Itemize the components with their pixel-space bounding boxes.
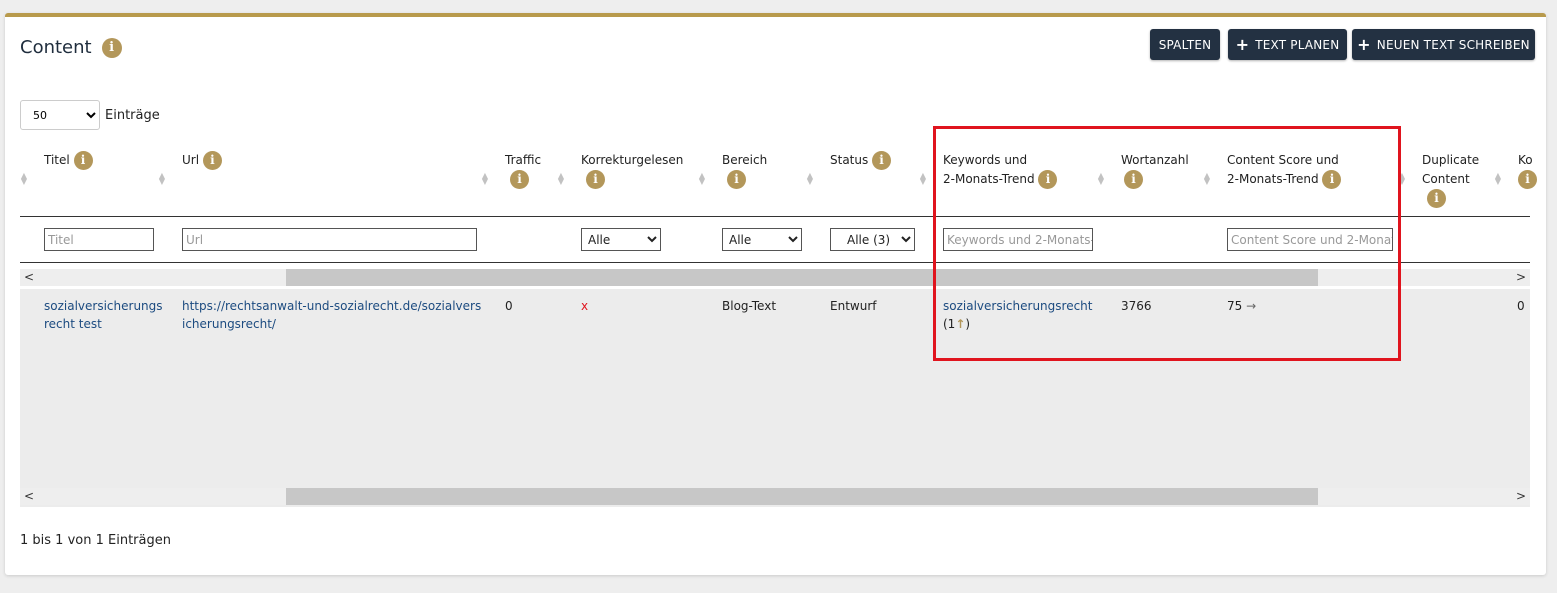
info-icon[interactable]: i — [872, 151, 892, 170]
column-duplicate-label-2: Content — [1422, 172, 1470, 186]
info-icon[interactable]: i — [727, 170, 746, 189]
info-icon[interactable]: i — [510, 170, 529, 189]
column-partial-label: Ko — [1518, 153, 1533, 167]
column-duplicate-label: Duplicate — [1422, 153, 1480, 167]
info-icon[interactable]: i — [1518, 170, 1537, 189]
plan-text-button[interactable]: + TEXT PLANEN — [1228, 29, 1347, 60]
sort-icon[interactable]: ▲ ▼ — [1494, 172, 1502, 186]
row-title-link[interactable]: sozialversicherungs recht test — [44, 297, 163, 333]
row-traffic: 0 — [505, 299, 513, 313]
row-duplicate: 0 — [1517, 299, 1525, 313]
column-header-partial[interactable]: Ko i — [1518, 151, 1537, 189]
entries-length-control: 50 Einträge — [20, 100, 160, 130]
sort-icon[interactable]: ▲ ▼ — [806, 172, 814, 186]
sort-icon[interactable]: ▲ ▼ — [20, 172, 28, 186]
page-title: Content — [20, 37, 92, 58]
scrollbar-thumb[interactable] — [286, 488, 1318, 505]
column-traffic-label: Traffic — [505, 153, 542, 167]
column-proofread-label: Korrekturgelesen — [581, 153, 684, 167]
scroll-right-icon[interactable]: > — [1516, 270, 1526, 284]
title-filter-input[interactable] — [44, 228, 154, 251]
sort-icon[interactable]: ▲ ▼ — [698, 172, 706, 186]
info-icon[interactable]: i — [202, 151, 222, 170]
row-title-line: sozialversicherungs — [44, 299, 163, 313]
column-status-label: Status — [830, 153, 869, 167]
info-icon[interactable]: i — [73, 151, 93, 170]
horizontal-scrollbar-bottom[interactable]: < > — [20, 488, 1530, 505]
new-text-button[interactable]: + NEUEN TEXT SCHREIBEN — [1352, 29, 1535, 60]
info-icon[interactable]: i — [586, 170, 605, 189]
sort-icon[interactable]: ▲ ▼ — [557, 172, 565, 186]
columns-button[interactable]: SPALTEN — [1150, 29, 1220, 60]
row-url-link[interactable]: https://rechtsanwalt-und-sozialrecht.de/… — [182, 297, 481, 333]
highlight-box — [933, 126, 1401, 361]
column-url-label: Url — [182, 153, 200, 167]
column-header-area[interactable]: Bereich i — [722, 151, 767, 189]
columns-button-label: SPALTEN — [1158, 37, 1212, 52]
page-header: Content i — [20, 37, 122, 58]
row-area: Blog-Text — [722, 299, 777, 313]
info-icon[interactable]: i — [101, 37, 122, 58]
plan-text-button-label: TEXT PLANEN — [1255, 37, 1340, 52]
row-url-line: https://rechtsanwalt-und-sozialrecht.de/… — [182, 299, 482, 313]
column-header-proofread[interactable]: Korrekturgelesen i — [581, 151, 683, 189]
url-filter-input[interactable] — [182, 228, 477, 251]
plus-icon: + — [1235, 34, 1250, 54]
row-status: Entwurf — [830, 299, 877, 313]
status-filter-select[interactable]: Alle (3) — [830, 228, 915, 251]
column-header-duplicate[interactable]: Duplicate Content i — [1422, 151, 1479, 208]
column-header-status[interactable]: Status i — [830, 151, 892, 170]
info-icon[interactable]: i — [1427, 189, 1446, 208]
content-panel: Content i SPALTEN + TEXT PLANEN + NEUEN … — [5, 13, 1546, 575]
row-url-line: icherungsrecht/ — [182, 317, 276, 331]
column-title-label: Titel — [44, 153, 70, 167]
column-area-label: Bereich — [722, 153, 768, 167]
column-header-title[interactable]: Titel i — [44, 151, 93, 170]
table-info: 1 bis 1 von 1 Einträgen — [20, 533, 171, 548]
sort-icon[interactable]: ▲ ▼ — [481, 172, 489, 186]
scroll-right-icon[interactable]: > — [1516, 489, 1526, 503]
scroll-left-icon[interactable]: < — [24, 489, 34, 503]
proofread-filter-select[interactable]: Alle — [581, 228, 661, 251]
sort-icon[interactable]: ▲ ▼ — [919, 172, 927, 186]
row-title-line: recht test — [44, 317, 102, 331]
area-filter-select[interactable]: Alle — [722, 228, 802, 251]
plus-icon: + — [1357, 34, 1371, 54]
sort-icon[interactable]: ▲ ▼ — [158, 172, 166, 186]
entries-select[interactable]: 50 — [20, 100, 100, 130]
entries-label: Einträge — [105, 107, 160, 123]
scroll-left-icon[interactable]: < — [24, 270, 34, 284]
column-header-url[interactable]: Url i — [182, 151, 222, 170]
new-text-button-label: NEUEN TEXT SCHREIBEN — [1376, 37, 1530, 52]
column-header-traffic[interactable]: Traffic i — [505, 151, 541, 189]
row-proofread-mark: x — [581, 299, 589, 313]
